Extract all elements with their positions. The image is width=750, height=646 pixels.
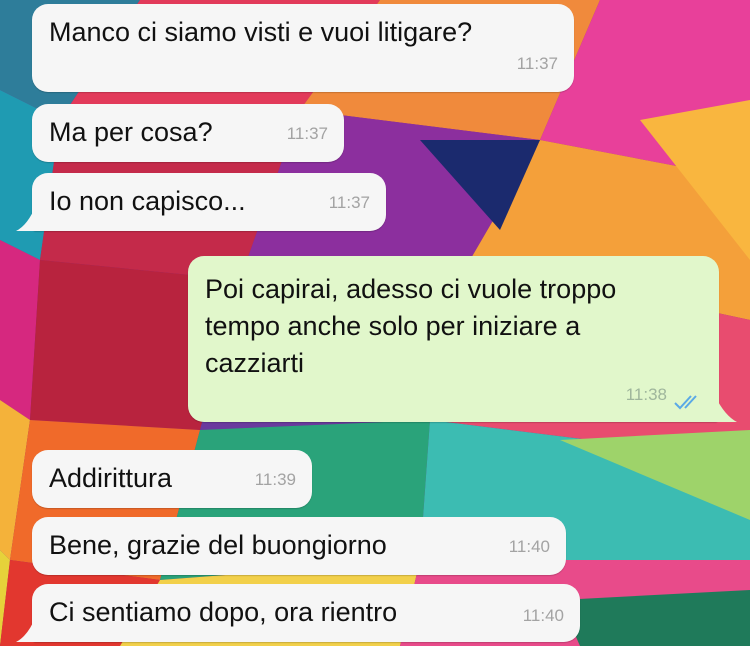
message-text: Ci sentiamo dopo, ora rientro xyxy=(49,597,398,627)
incoming-message[interactable]: Ci sentiamo dopo, ora rientro 11:40 xyxy=(32,584,580,642)
incoming-message[interactable]: Bene, grazie del buongiorno 11:40 xyxy=(32,517,566,575)
message-text: Ma per cosa? xyxy=(49,117,213,147)
incoming-message[interactable]: Addirittura 11:39 xyxy=(32,450,312,508)
message-text-line: Poi capirai, adesso ci vuole troppo xyxy=(205,274,617,304)
message-time: 11:39 xyxy=(254,470,296,489)
bubble-tail xyxy=(16,205,36,231)
incoming-message[interactable]: Manco ci siamo visti e vuoi litigare? 11… xyxy=(32,4,574,92)
bubble-tail xyxy=(715,396,737,422)
message-text-line: cazziarti xyxy=(205,348,305,378)
message-time: 11:37 xyxy=(328,193,370,212)
message-time: 11:40 xyxy=(522,606,564,625)
message-time: 11:37 xyxy=(286,124,328,143)
incoming-message[interactable]: Ma per cosa? 11:37 xyxy=(32,104,344,162)
message-text: Manco ci siamo visti e vuoi litigare? xyxy=(49,17,473,47)
message-time: 11:40 xyxy=(508,537,550,556)
message-text: Bene, grazie del buongiorno xyxy=(49,530,387,560)
message-time: 11:38 xyxy=(625,385,667,404)
message-text-line: tempo anche solo per iniziare a xyxy=(205,311,581,341)
incoming-message[interactable]: Io non capisco... 11:37 xyxy=(32,173,386,231)
message-text: Io non capisco... xyxy=(49,186,246,216)
message-text: Addirittura xyxy=(49,463,173,493)
outgoing-message[interactable]: Poi capirai, adesso ci vuole troppo temp… xyxy=(188,256,719,422)
double-check-icon xyxy=(674,395,697,410)
bubble-tail xyxy=(16,616,36,642)
message-time: 11:37 xyxy=(516,54,558,73)
